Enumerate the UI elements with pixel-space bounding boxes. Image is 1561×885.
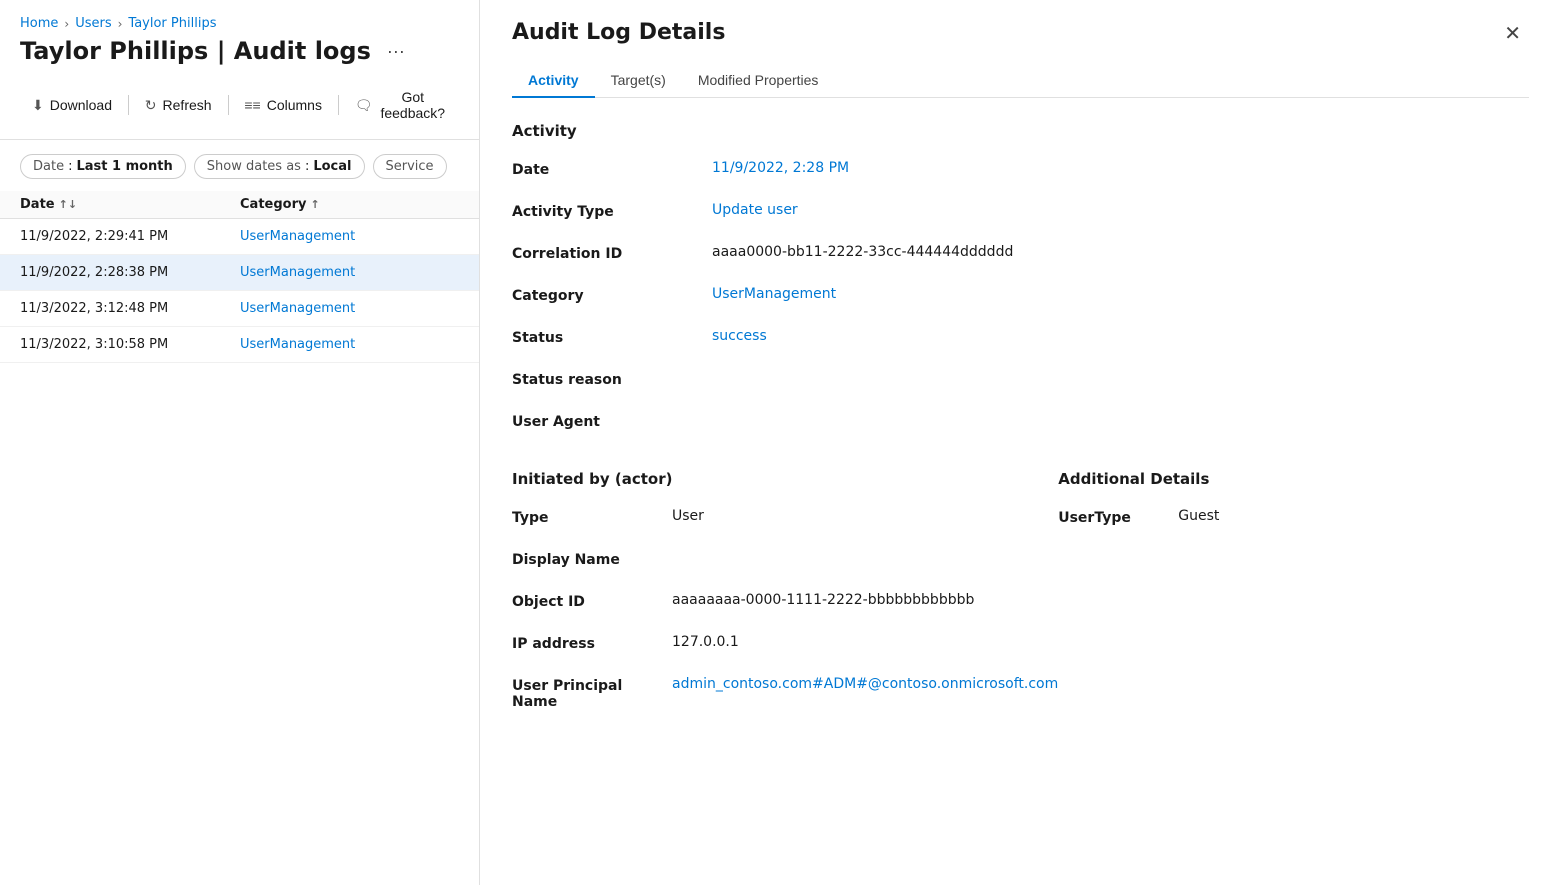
table-row[interactable]: 11/3/2022, 3:10:58 PM UserManagement: [0, 327, 479, 363]
activity-type-value: Update user: [712, 202, 1529, 220]
refresh-icon: ↻: [145, 97, 157, 114]
category-label: Category: [512, 286, 712, 304]
ellipsis-button[interactable]: ···: [381, 39, 411, 64]
upn-label: User Principal Name: [512, 676, 672, 710]
table-row[interactable]: 11/9/2022, 2:28:38 PM UserManagement: [0, 255, 479, 291]
cell-date: 11/3/2022, 3:12:48 PM: [20, 301, 240, 316]
additional-details-title: Additional Details: [1058, 470, 1529, 488]
object-id-value: aaaaaaaa-0000-1111-2222-bbbbbbbbbbbb: [672, 592, 1058, 610]
display-name-value: [672, 550, 1058, 568]
ip-address-value: 127.0.0.1: [672, 634, 1058, 652]
initiated-by-title: Initiated by (actor): [512, 470, 1058, 488]
download-button[interactable]: ⬇ Download: [20, 91, 124, 120]
type-label: Type: [512, 508, 672, 526]
tab-modified-properties[interactable]: Modified Properties: [682, 64, 835, 98]
tab-targets[interactable]: Target(s): [595, 64, 682, 98]
feedback-icon: 🗨: [355, 97, 373, 114]
service-filter-label: Service: [386, 159, 434, 174]
two-col-section: Initiated by (actor) Type User Display N…: [512, 470, 1529, 742]
category-value: UserManagement: [712, 286, 1529, 304]
object-id-label: Object ID: [512, 592, 672, 610]
columns-icon: ≡≡: [244, 97, 260, 113]
cell-category: UserManagement: [240, 265, 459, 280]
right-panel: Audit Log Details ✕ Activity Target(s) M…: [480, 0, 1561, 885]
user-agent-label: User Agent: [512, 412, 712, 430]
table-body: 11/9/2022, 2:29:41 PM UserManagement 11/…: [0, 219, 479, 885]
table-header: Date ↑↓ Category ↑: [0, 191, 479, 219]
toolbar: ⬇ Download ↻ Refresh ≡≡ Columns 🗨 Got fe…: [0, 83, 479, 140]
sort-icon-date: ↑↓: [59, 198, 77, 211]
correlation-id-label: Correlation ID: [512, 244, 712, 262]
date-detail-value: 11/9/2022, 2:28 PM: [712, 160, 1529, 178]
close-button[interactable]: ✕: [1496, 20, 1529, 48]
breadcrumb: Home › Users › Taylor Phillips: [0, 16, 479, 31]
panel-title: Audit Log Details: [512, 20, 725, 45]
breadcrumb-users[interactable]: Users: [75, 16, 111, 31]
download-icon: ⬇: [32, 97, 44, 114]
date-filter-value: Last 1 month: [76, 159, 172, 174]
cell-date: 11/9/2022, 2:28:38 PM: [20, 265, 240, 280]
refresh-label: Refresh: [163, 97, 212, 113]
breadcrumb-home[interactable]: Home: [20, 16, 58, 31]
status-reason-value: [712, 370, 1529, 388]
service-filter-chip[interactable]: Service: [373, 154, 447, 179]
initiated-by-grid: Type User Display Name Object ID aaaaaaa…: [512, 508, 1058, 710]
table-row[interactable]: 11/9/2022, 2:29:41 PM UserManagement: [0, 219, 479, 255]
tab-activity[interactable]: Activity: [512, 64, 595, 98]
status-label: Status: [512, 328, 712, 346]
feedback-label: Got feedback?: [379, 89, 447, 121]
ip-address-label: IP address: [512, 634, 672, 652]
details-grid: Date 11/9/2022, 2:28 PM Activity Type Up…: [512, 160, 1529, 430]
col-header-date[interactable]: Date ↑↓: [20, 197, 240, 212]
breadcrumb-sep2: ›: [118, 17, 123, 31]
toolbar-divider-3: [338, 95, 339, 115]
refresh-button[interactable]: ↻ Refresh: [133, 91, 224, 120]
date-detail-label: Date: [512, 160, 712, 178]
download-label: Download: [50, 97, 112, 113]
breadcrumb-user[interactable]: Taylor Phillips: [128, 16, 216, 31]
filter-bar: Date : Last 1 month Show dates as : Loca…: [0, 154, 479, 179]
show-dates-filter-chip[interactable]: Show dates as : Local: [194, 154, 365, 179]
feedback-button[interactable]: 🗨 Got feedback?: [343, 83, 459, 127]
breadcrumb-sep1: ›: [64, 17, 69, 31]
toolbar-divider-1: [128, 95, 129, 115]
table-row[interactable]: 11/3/2022, 3:12:48 PM UserManagement: [0, 291, 479, 327]
status-value: success: [712, 328, 1529, 346]
type-value: User: [672, 508, 1058, 526]
panel-header: Audit Log Details ✕: [512, 20, 1529, 48]
cell-category: UserManagement: [240, 301, 459, 316]
additional-details-section: Additional Details UserType Guest: [1058, 470, 1529, 742]
date-filter-colon: :: [68, 159, 72, 174]
date-filter-chip[interactable]: Date : Last 1 month: [20, 154, 186, 179]
display-name-label: Display Name: [512, 550, 672, 568]
columns-label: Columns: [267, 97, 322, 113]
col-header-category[interactable]: Category ↑: [240, 197, 459, 212]
activity-type-label: Activity Type: [512, 202, 712, 220]
page-title-row: Taylor Phillips | Audit logs ···: [0, 37, 479, 65]
user-agent-value: [712, 412, 1529, 430]
activity-section-label: Activity: [512, 122, 1529, 140]
show-dates-label: Show dates as: [207, 159, 301, 174]
left-panel: Home › Users › Taylor Phillips Taylor Ph…: [0, 0, 480, 885]
toolbar-divider-2: [228, 95, 229, 115]
cell-category: UserManagement: [240, 229, 459, 244]
cell-category: UserManagement: [240, 337, 459, 352]
tabs: Activity Target(s) Modified Properties: [512, 64, 1529, 98]
show-dates-value: Local: [313, 159, 351, 174]
status-reason-label: Status reason: [512, 370, 712, 388]
page-title: Taylor Phillips | Audit logs: [20, 37, 371, 65]
correlation-id-value: aaaa0000-bb11-2222-33cc-444444dddddd: [712, 244, 1529, 262]
initiated-by-section: Initiated by (actor) Type User Display N…: [512, 470, 1058, 742]
upn-value[interactable]: admin_contoso.com#ADM#@contoso.onmicroso…: [672, 676, 1058, 710]
sort-icon-category: ↑: [310, 198, 319, 211]
additional-details-grid: UserType Guest: [1058, 508, 1529, 526]
cell-date: 11/9/2022, 2:29:41 PM: [20, 229, 240, 244]
cell-date: 11/3/2022, 3:10:58 PM: [20, 337, 240, 352]
user-type-value: Guest: [1178, 508, 1529, 526]
show-dates-colon: :: [305, 159, 309, 174]
date-filter-label: Date: [33, 159, 64, 174]
columns-button[interactable]: ≡≡ Columns: [232, 91, 334, 119]
user-type-label: UserType: [1058, 508, 1178, 526]
